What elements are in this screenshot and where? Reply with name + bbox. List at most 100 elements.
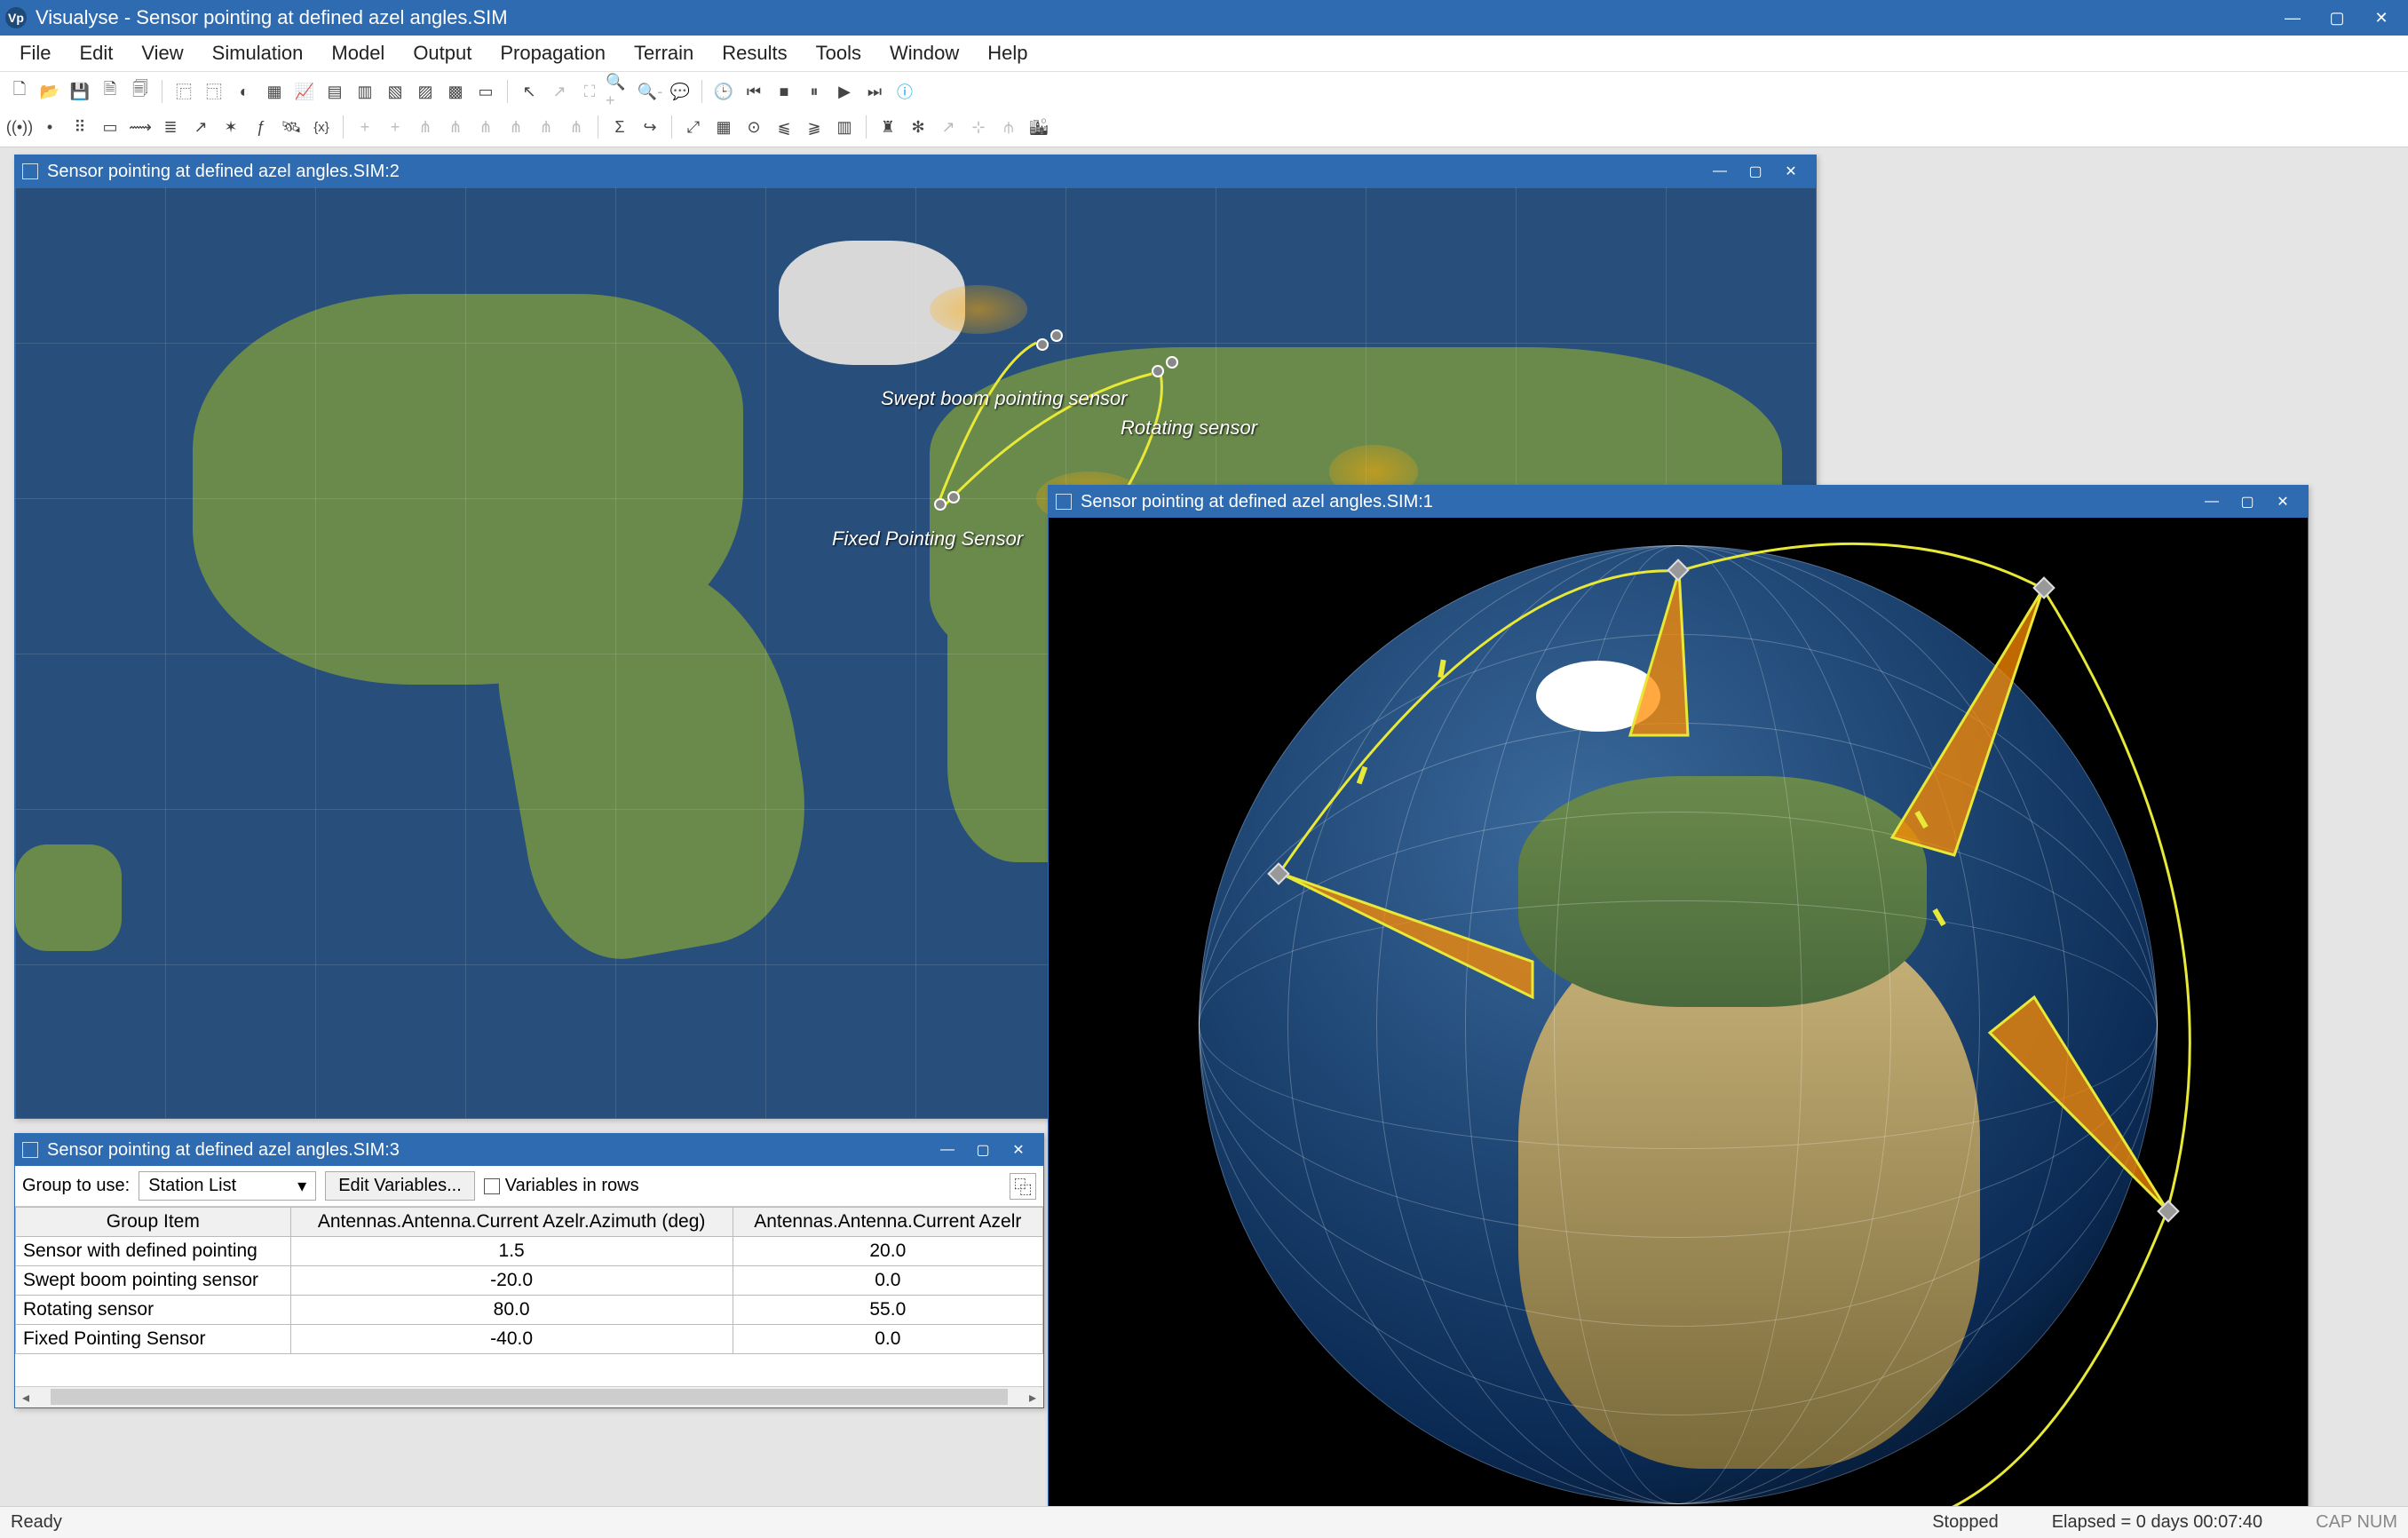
subwindow-globe[interactable]: Sensor pointing at defined azel angles.S… xyxy=(1048,485,2309,1506)
chart-axes-icon[interactable]: ⫺ xyxy=(800,113,828,141)
scroll-thumb[interactable] xyxy=(51,1389,1008,1405)
scroll-left-icon[interactable]: ◂ xyxy=(15,1387,36,1407)
globe-body[interactable] xyxy=(1049,518,2308,1506)
stop-icon[interactable]: ■ xyxy=(770,77,798,106)
new-icon[interactable]: 🗋 xyxy=(5,77,34,106)
globe-sphere[interactable] xyxy=(1199,545,2158,1504)
map-maximize-button[interactable]: ▢ xyxy=(1738,159,1773,184)
fig3-icon[interactable]: ⋔ xyxy=(471,113,500,141)
menu-help[interactable]: Help xyxy=(975,36,1040,70)
group-combo[interactable]: Station List▾ xyxy=(139,1171,316,1201)
sigma-icon[interactable]: Σ xyxy=(606,113,634,141)
map-close-button[interactable]: ✕ xyxy=(1773,159,1809,184)
scroll-right-icon[interactable]: ▸ xyxy=(1022,1387,1043,1407)
compass-icon[interactable]: ⊙ xyxy=(740,113,768,141)
tower2-icon[interactable]: ✻ xyxy=(904,113,932,141)
pan-icon[interactable]: ↗ xyxy=(545,77,574,106)
globe-maximize-button[interactable]: ▢ xyxy=(2230,489,2265,514)
data-table[interactable]: Group Item Antennas.Antenna.Current Azel… xyxy=(15,1207,1043,1354)
fig4-icon[interactable]: ⋔ xyxy=(502,113,530,141)
window-table-icon[interactable]: ▦ xyxy=(260,77,289,106)
window-plate-icon[interactable]: ⿹ xyxy=(200,77,228,106)
subwindow-table[interactable]: Sensor pointing at defined azel angles.S… xyxy=(14,1133,1044,1408)
menu-simulation[interactable]: Simulation xyxy=(200,36,316,70)
table-maximize-button[interactable]: ▢ xyxy=(965,1138,1001,1162)
chart-line-icon[interactable]: ⫹ xyxy=(770,113,798,141)
menu-window[interactable]: Window xyxy=(877,36,971,70)
globe-close-button[interactable]: ✕ xyxy=(2265,489,2301,514)
minimize-button[interactable]: — xyxy=(2271,4,2314,32)
satellite-icon[interactable]: 🛰 xyxy=(277,113,305,141)
variable-icon[interactable]: {x} xyxy=(307,113,336,141)
table-minimize-button[interactable]: — xyxy=(930,1138,965,1162)
clock-icon[interactable]: 🕒 xyxy=(709,77,738,106)
window-stats-icon[interactable]: ▧ xyxy=(381,77,409,106)
zoom-out-icon[interactable]: 🔍- xyxy=(636,77,664,106)
arrow-icon[interactable]: ↗ xyxy=(186,113,215,141)
map-minimize-button[interactable]: — xyxy=(1702,159,1738,184)
menu-model[interactable]: Model xyxy=(319,36,397,70)
vars-in-rows-checkbox[interactable]: Variables in rows xyxy=(484,1176,639,1196)
list-icon[interactable]: ≣ xyxy=(156,113,185,141)
menu-file[interactable]: File xyxy=(7,36,63,70)
pause-icon[interactable]: ⏸ xyxy=(800,77,828,106)
edit-variables-button[interactable]: Edit Variables... xyxy=(325,1171,475,1201)
table-close-button[interactable]: ✕ xyxy=(1001,1138,1036,1162)
close-button[interactable]: ✕ xyxy=(2360,4,2403,32)
menu-view[interactable]: View xyxy=(129,36,195,70)
tool3-icon[interactable]: ⫛ xyxy=(994,113,1023,141)
window-3d-icon[interactable]: ◐ xyxy=(230,77,258,106)
skip-start-icon[interactable]: ⏮ xyxy=(740,77,768,106)
fast-forward-icon[interactable]: ⏭ xyxy=(860,77,889,106)
menu-edit[interactable]: Edit xyxy=(67,36,125,70)
menu-output[interactable]: Output xyxy=(400,36,484,70)
pointer-icon[interactable]: ↖ xyxy=(515,77,543,106)
save-icon[interactable]: 💾 xyxy=(66,77,94,106)
tower1-icon[interactable]: ♜ xyxy=(874,113,902,141)
map-titlebar[interactable]: Sensor pointing at defined azel angles.S… xyxy=(15,155,1816,187)
tool1-icon[interactable]: ↗ xyxy=(934,113,962,141)
buildings-icon[interactable]: 🏙 xyxy=(1025,113,1053,141)
scatter-icon[interactable]: ⠿ xyxy=(66,113,94,141)
zoom-box-icon[interactable]: ⛶ xyxy=(575,77,604,106)
globe-titlebar[interactable]: Sensor pointing at defined azel angles.S… xyxy=(1049,486,2308,518)
table-row[interactable]: Fixed Pointing Sensor-40.00.0 xyxy=(16,1325,1043,1354)
tool2-icon[interactable]: ⊹ xyxy=(964,113,993,141)
link-icon[interactable]: ⟿ xyxy=(126,113,154,141)
col-azimuth[interactable]: Antennas.Antenna.Current Azelr.Azimuth (… xyxy=(290,1208,733,1237)
window-overlay-icon[interactable]: ▩ xyxy=(441,77,470,106)
copy-doc-icon[interactable]: 🗐 xyxy=(126,77,154,106)
titlebar[interactable]: Vp Visualyse - Sensor pointing at define… xyxy=(0,0,2408,36)
box-icon[interactable]: ▭ xyxy=(96,113,124,141)
cross-icon[interactable]: ✶ xyxy=(217,113,245,141)
add2-icon[interactable]: + xyxy=(381,113,409,141)
globe-view[interactable] xyxy=(1049,518,2308,1506)
menu-terrain[interactable]: Terrain xyxy=(622,36,706,70)
chart-bars-icon[interactable]: ▥ xyxy=(830,113,859,141)
window-area-icon[interactable]: ▨ xyxy=(411,77,440,106)
fig5-icon[interactable]: ⋔ xyxy=(532,113,560,141)
export-icon[interactable]: ↪ xyxy=(636,113,664,141)
layers-icon[interactable]: ▦ xyxy=(709,113,738,141)
zoom-fit-icon[interactable]: ⤢ xyxy=(679,113,708,141)
beam-icon[interactable]: • xyxy=(36,113,64,141)
window-chart-icon[interactable]: 📈 xyxy=(290,77,319,106)
antenna-icon[interactable]: ((•)) xyxy=(5,113,34,141)
col-group-item[interactable]: Group Item xyxy=(16,1208,291,1237)
zoom-in-icon[interactable]: 🔍+ xyxy=(606,77,634,106)
fig1-icon[interactable]: ⋔ xyxy=(411,113,440,141)
globe-minimize-button[interactable]: — xyxy=(2194,489,2230,514)
menu-tools[interactable]: Tools xyxy=(804,36,874,70)
table-row[interactable]: Swept boom pointing sensor-20.00.0 xyxy=(16,1266,1043,1296)
new-doc-icon[interactable]: 🗎 xyxy=(96,77,124,106)
fig2-icon[interactable]: ⋔ xyxy=(441,113,470,141)
window-text-icon[interactable]: ▤ xyxy=(321,77,349,106)
play-icon[interactable]: ▶ xyxy=(830,77,859,106)
window-terminal-icon[interactable]: ▭ xyxy=(471,77,500,106)
function-icon[interactable]: ƒ xyxy=(247,113,275,141)
table-row[interactable]: Sensor with defined pointing1.520.0 xyxy=(16,1237,1043,1266)
table-horizontal-scrollbar[interactable]: ◂ ▸ xyxy=(15,1386,1043,1407)
window-mercator-icon[interactable]: ⿸ xyxy=(170,77,198,106)
window-grid-icon[interactable]: ▥ xyxy=(351,77,379,106)
copy-table-button[interactable]: ⿻ xyxy=(1010,1173,1036,1200)
